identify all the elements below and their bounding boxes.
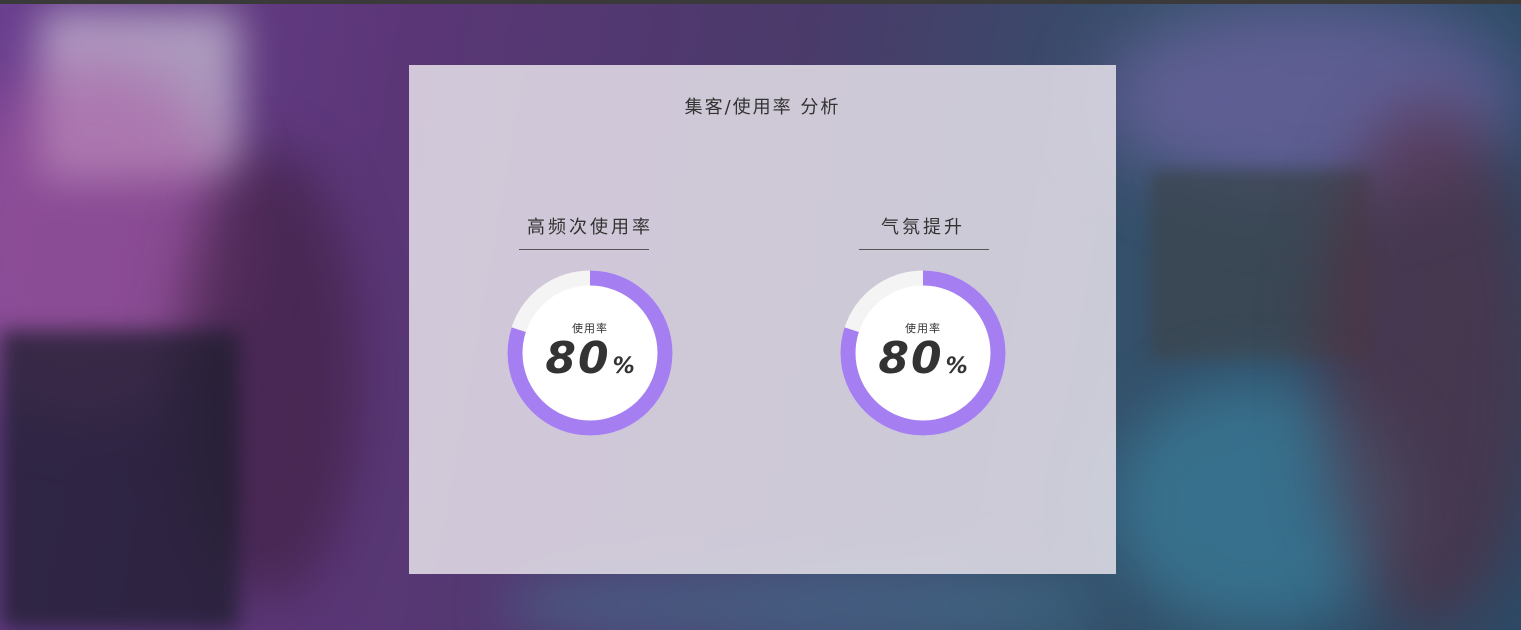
section-title-atmosphere: 气氛提升 — [881, 217, 965, 238]
gauge-value-unit: % — [612, 354, 635, 379]
usage-gauge-atmosphere: 使用率 80% — [839, 269, 1007, 437]
analysis-panel: 集客/使用率 分析 高频次使用率 使用率 80% 气氛提升 使用率 80% — [409, 65, 1116, 574]
section-divider — [519, 249, 649, 250]
gauge-value-number: 80 — [878, 333, 944, 384]
gauge-value-number: 80 — [545, 333, 611, 384]
gauge-value-unit: % — [945, 354, 968, 379]
section-title-frequency: 高频次使用率 — [527, 217, 653, 238]
gauge-value: 80% — [839, 333, 1007, 384]
top-bar — [0, 0, 1521, 4]
usage-gauge-frequency: 使用率 80% — [506, 269, 674, 437]
gauge-value: 80% — [506, 333, 674, 384]
section-divider — [859, 249, 989, 250]
panel-title: 集客/使用率 分析 — [684, 97, 841, 118]
